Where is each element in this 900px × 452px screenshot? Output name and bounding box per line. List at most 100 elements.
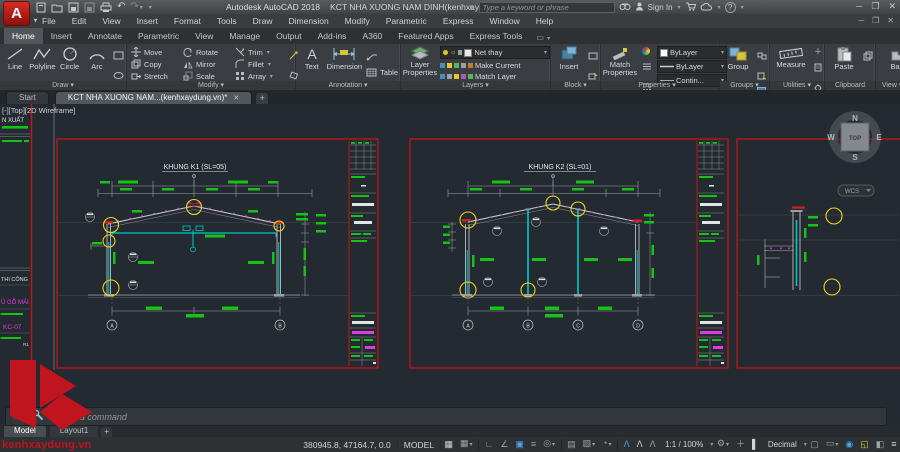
app-store-cart-icon[interactable] bbox=[685, 0, 696, 16]
ungroup-icon[interactable] bbox=[757, 47, 767, 65]
menu-modify[interactable]: Modify bbox=[337, 16, 378, 26]
menu-insert[interactable]: Insert bbox=[129, 16, 166, 26]
menu-format[interactable]: Format bbox=[166, 16, 209, 26]
command-input[interactable] bbox=[56, 411, 882, 423]
hardware-acceleration-icon[interactable]: ▭▾ bbox=[822, 436, 842, 452]
object-color-dropdown[interactable]: ByLayer ▾ bbox=[657, 46, 727, 59]
arc-tool[interactable]: Arc bbox=[84, 45, 110, 71]
doc-restore-icon[interactable]: ❐ bbox=[872, 16, 879, 25]
layer-icon[interactable] bbox=[461, 63, 466, 68]
annotation-scale-value[interactable]: 1:1 / 100% bbox=[659, 440, 709, 449]
line-tool[interactable]: Line bbox=[2, 45, 28, 71]
lineweight-list-icon[interactable] bbox=[642, 57, 652, 75]
tab-express-tools[interactable]: Express Tools bbox=[462, 28, 531, 44]
tab-view[interactable]: View bbox=[187, 28, 221, 44]
workspace-switching-icon[interactable]: ⚙▾ bbox=[713, 436, 732, 452]
tab-annotate[interactable]: Annotate bbox=[80, 28, 130, 44]
fullscreen-icon[interactable]: ◧ bbox=[872, 437, 888, 452]
tab-manage[interactable]: Manage bbox=[221, 28, 268, 44]
group-button[interactable]: Group bbox=[723, 45, 753, 71]
lineweight-dropdown[interactable]: ByLayer ▾ bbox=[657, 60, 727, 73]
redo-icon[interactable]: ↷▾ bbox=[130, 2, 142, 13]
filter-icon[interactable]: ◱ bbox=[857, 437, 873, 452]
doc-minimize-icon[interactable]: ─ bbox=[858, 16, 864, 25]
ortho-icon[interactable]: ▣ bbox=[512, 437, 528, 452]
object-snap-icon[interactable]: ▧▾ bbox=[579, 436, 599, 452]
match-properties-button[interactable]: Match Properties bbox=[603, 45, 637, 77]
annotation-scale-icon[interactable]: Λ bbox=[646, 437, 659, 452]
circle-tool[interactable]: Circle bbox=[57, 45, 83, 71]
color-wheel-icon[interactable] bbox=[642, 47, 650, 55]
layer-icon[interactable] bbox=[454, 74, 459, 79]
layer-icon[interactable] bbox=[447, 74, 452, 79]
file-tab-document[interactable]: KCT NHA XUONG NAM...(kenhxaydung.vn)*✕ bbox=[55, 91, 252, 104]
snap-icon[interactable]: ▦▾ bbox=[456, 436, 476, 452]
array-tool[interactable]: Array▾ bbox=[235, 71, 287, 81]
menu-dimension[interactable]: Dimension bbox=[281, 16, 337, 26]
copy-tool[interactable]: Copy bbox=[131, 59, 183, 69]
autoscale-icon[interactable]: Λ bbox=[633, 437, 646, 452]
doc-close-icon[interactable]: ✕ bbox=[887, 16, 894, 25]
polar-tracking-icon[interactable]: ≡ bbox=[527, 437, 539, 452]
a360-cloud-icon[interactable] bbox=[700, 0, 713, 16]
paste-button[interactable]: Paste bbox=[829, 45, 859, 71]
annotation-monitor-icon[interactable]: ＋ bbox=[732, 437, 748, 452]
menu-view[interactable]: View bbox=[94, 16, 128, 26]
model-viewport[interactable]: N XUẤT THI CÔNG Ủ GỖ MÁI KC-07 R1 bbox=[0, 104, 900, 437]
isodraft-icon[interactable]: ◎▾ bbox=[540, 436, 559, 452]
layer-icon[interactable] bbox=[461, 74, 466, 79]
tab-close-icon[interactable]: ✕ bbox=[233, 95, 239, 102]
customization-icon[interactable]: ≡ bbox=[888, 437, 900, 452]
ellipse-tool-icon[interactable] bbox=[113, 67, 124, 85]
mirror-tool[interactable]: Mirror bbox=[183, 59, 235, 69]
table-tool[interactable]: Table bbox=[366, 68, 398, 77]
layer-icon[interactable] bbox=[447, 63, 452, 68]
chevron-down-icon[interactable]: ▾ bbox=[741, 4, 744, 11]
viewcube-west[interactable]: W bbox=[827, 133, 835, 142]
coordinates-display[interactable]: 380945.8, 47164.7, 0.0 bbox=[297, 440, 396, 450]
search-binoculars-icon[interactable] bbox=[619, 0, 631, 16]
menu-express[interactable]: Express bbox=[435, 16, 482, 26]
tab-addins[interactable]: Add-ins bbox=[310, 28, 355, 44]
rotate-tool[interactable]: Rotate bbox=[183, 47, 235, 57]
dimension-tool[interactable]: Dimension bbox=[327, 45, 362, 71]
command-line[interactable]: ⋮⋮ ▾ bbox=[5, 407, 887, 426]
edit-block-icon[interactable] bbox=[588, 67, 598, 85]
tab-parametric[interactable]: Parametric bbox=[130, 28, 187, 44]
isolate-objects-icon[interactable]: ▌ bbox=[748, 437, 761, 452]
calculator-icon[interactable] bbox=[814, 59, 822, 77]
app-menu-button[interactable]: A▾ bbox=[3, 1, 30, 26]
maximize-icon[interactable]: ❐ bbox=[871, 1, 879, 12]
leader-icon[interactable] bbox=[366, 48, 398, 66]
undo-icon[interactable]: ↶ bbox=[117, 2, 125, 12]
dynamic-input-icon[interactable]: ∠ bbox=[497, 437, 512, 452]
menu-file[interactable]: File bbox=[34, 16, 64, 26]
grid-icon[interactable]: ▦ bbox=[441, 437, 457, 452]
object-snap-tracking-icon[interactable]: ▤ bbox=[564, 437, 580, 452]
units-display[interactable]: Decimal bbox=[762, 440, 803, 449]
viewcube-east[interactable]: E bbox=[876, 133, 882, 142]
help-icon[interactable]: ? bbox=[725, 2, 736, 13]
menu-help[interactable]: Help bbox=[528, 16, 561, 26]
rectangle-tool-icon[interactable] bbox=[113, 47, 124, 65]
insert-block-button[interactable]: Insert bbox=[554, 45, 584, 71]
collapse-search-icon[interactable]: ▶ bbox=[470, 4, 475, 11]
chevron-down-icon[interactable]: ▾ bbox=[718, 4, 721, 11]
layer-icon[interactable] bbox=[468, 74, 473, 79]
search-input[interactable] bbox=[479, 2, 615, 13]
layer-properties-button[interactable]: Layer Properties bbox=[403, 45, 437, 77]
tab-a360[interactable]: A360 bbox=[354, 28, 390, 44]
fillet-tool[interactable]: Fillet▾ bbox=[235, 59, 287, 69]
base-view-button[interactable]: Base bbox=[884, 45, 900, 71]
quick-select-icon[interactable]: ＋ bbox=[814, 47, 822, 57]
model-space-button[interactable]: MODEL bbox=[397, 440, 441, 450]
trim-tool[interactable]: Trim▾ bbox=[235, 47, 287, 57]
measure-button[interactable]: Measure bbox=[773, 45, 809, 69]
copy-clip-icon[interactable] bbox=[863, 48, 873, 66]
annotation-visibility-icon[interactable]: Λ bbox=[620, 437, 633, 452]
menu-edit[interactable]: Edit bbox=[64, 16, 95, 26]
move-tool[interactable]: Move bbox=[131, 47, 183, 57]
menu-tools[interactable]: Tools bbox=[209, 16, 245, 26]
layer-icon[interactable] bbox=[468, 63, 473, 68]
sign-in-button[interactable]: Sign In bbox=[648, 3, 673, 12]
